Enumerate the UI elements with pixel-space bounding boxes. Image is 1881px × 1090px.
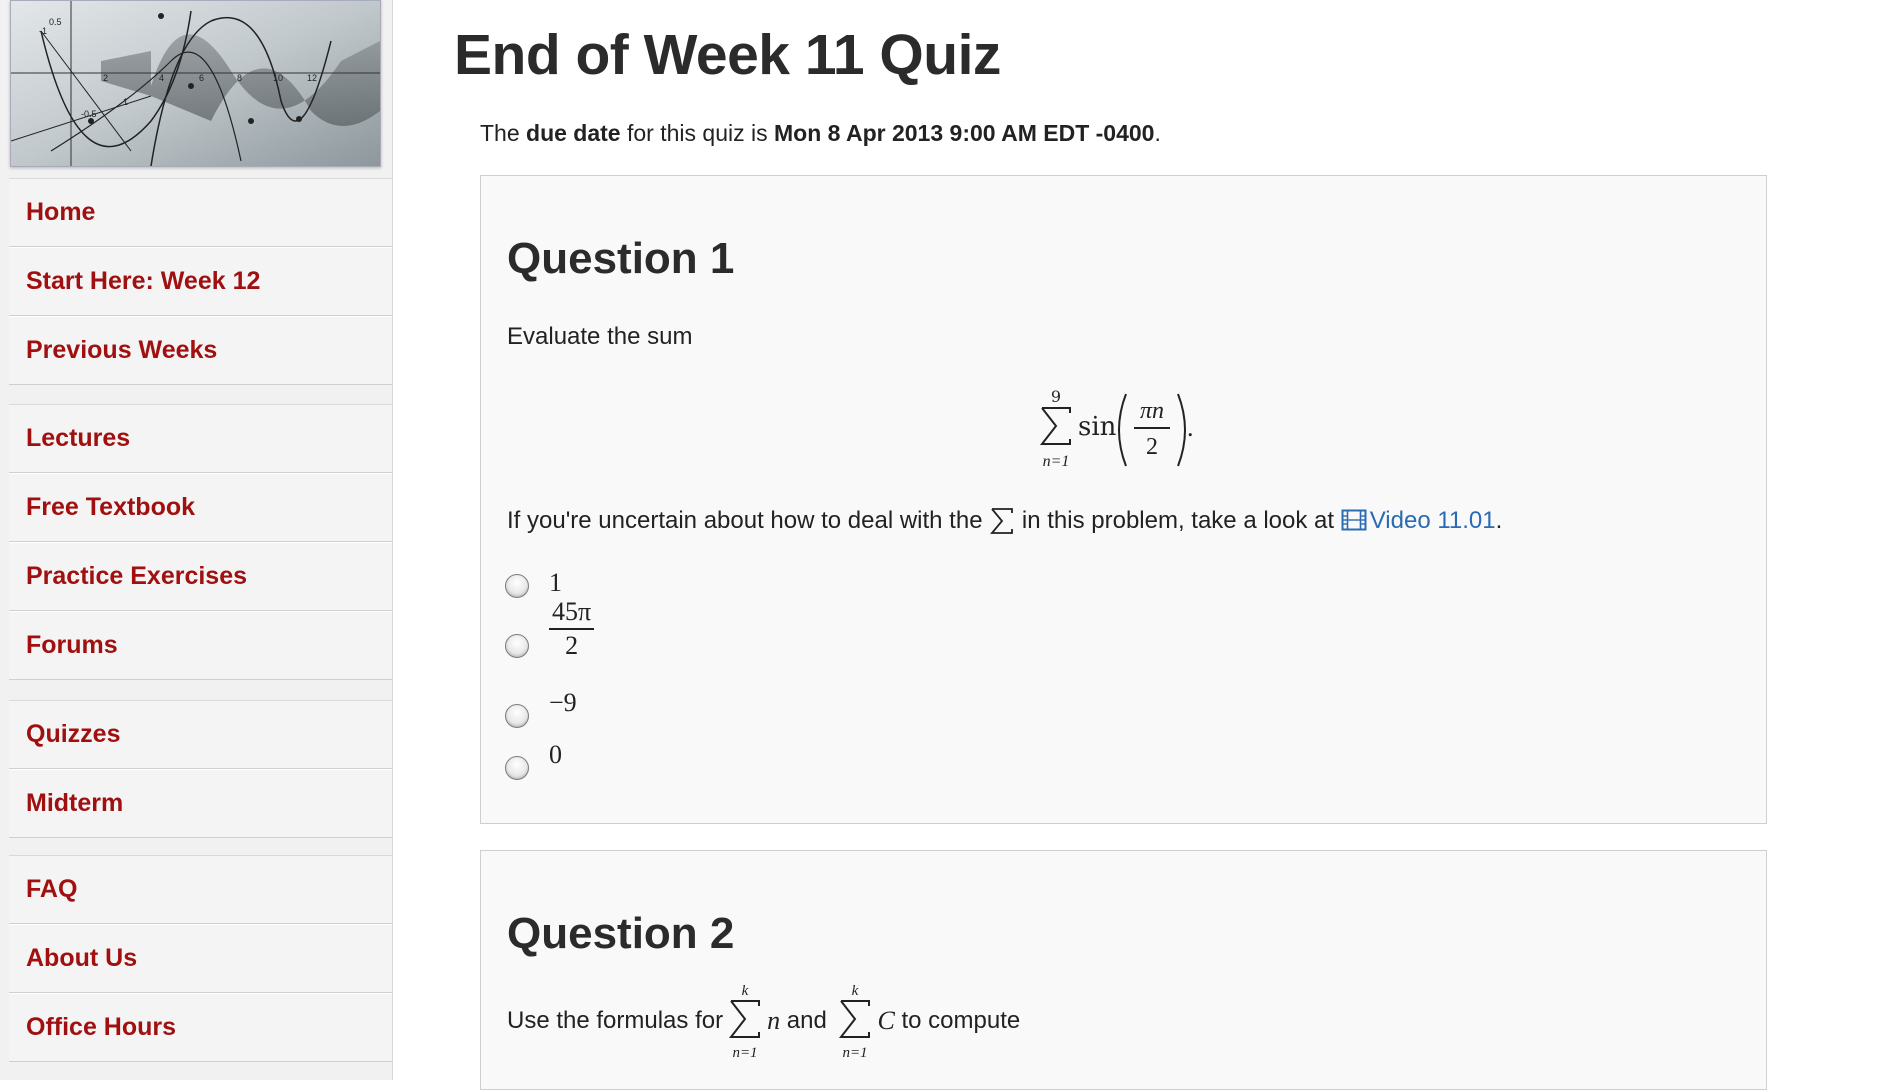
due-date-value: Mon 8 Apr 2013 9:00 AM EDT -0400 (774, 120, 1155, 146)
page-title: End of Week 11 Quiz (454, 23, 1001, 87)
nav-item-label[interactable]: Previous Weeks (26, 336, 217, 365)
nav-item-label[interactable]: Home (26, 198, 95, 227)
nav-group-resources: Lectures Free Textbook Practice Exercise… (9, 404, 392, 680)
choice-3[interactable]: −9 (505, 688, 577, 736)
choice-4-radio[interactable] (505, 756, 529, 780)
question-1-box: Question 1 Evaluate the sum 9 n=1 sin πn… (480, 175, 1767, 824)
banner-tick-label: 0.5 (49, 17, 62, 27)
nav-item-label[interactable]: Quizzes (26, 720, 120, 749)
due-prefix: The (480, 120, 527, 146)
choice-1-label: 1 (549, 568, 562, 597)
course-banner-image: 0.5 -1 -0.5 1 2 4 6 8 10 12 (10, 0, 381, 167)
question-2-heading: Question 2 (507, 909, 735, 958)
q2-and: and (780, 1007, 834, 1034)
nav-item-forums[interactable]: Forums (9, 611, 392, 680)
choice-2-numerator: 45π (549, 596, 595, 630)
nav-item-previous-weeks[interactable]: Previous Weeks (9, 316, 392, 385)
nav-item-label[interactable]: Midterm (26, 789, 123, 818)
question-1-formula: 9 n=1 sin πn 2 . (1036, 386, 1236, 470)
left-paren (1118, 393, 1127, 467)
sigma-icon (990, 508, 1014, 534)
choice-3-label: −9 (549, 688, 577, 717)
q2-sum2-upper: k (852, 983, 859, 999)
q2-sum1-lower: n=1 (733, 1045, 758, 1061)
sum-lower-limit: n=1 (1043, 453, 1070, 470)
nav-group-main: Home Start Here: Week 12 Previous Weeks (9, 178, 392, 385)
banner-tick-label: 2 (103, 73, 108, 83)
due-suffix: . (1154, 120, 1161, 146)
q2-sum2-lower: n=1 (843, 1045, 868, 1061)
hint-middle: in this problem, take a look at (1015, 507, 1341, 534)
nav-item-label[interactable]: Lectures (26, 424, 130, 453)
choice-4-label: 0 (549, 740, 562, 769)
sigma-icon: k n=1 (839, 983, 871, 1061)
sin-function: sin (1078, 412, 1117, 442)
hint-before: If you're uncertain about how to deal wi… (507, 507, 990, 534)
choice-1-radio[interactable] (505, 574, 529, 598)
sum-upper-limit: 9 (1051, 387, 1061, 406)
formula-period: . (1187, 413, 1194, 442)
fraction-denominator: 2 (1146, 434, 1158, 460)
sidebar: 0.5 -1 -0.5 1 2 4 6 8 10 12 Home Start H… (0, 0, 393, 1080)
choice-2-label: 45π 2 (549, 596, 595, 662)
question-1-hint: If you're uncertain about how to deal wi… (507, 506, 1502, 536)
nav-item-free-textbook[interactable]: Free Textbook (9, 473, 392, 542)
nav-item-label[interactable]: Free Textbook (26, 493, 195, 522)
nav-group-assessments: Quizzes Midterm (9, 700, 392, 838)
banner-tick-label: -0.5 (81, 109, 97, 119)
nav-item-label[interactable]: About Us (26, 944, 137, 973)
nav-item-label[interactable]: FAQ (26, 875, 77, 904)
nav-item-practice-exercises[interactable]: Practice Exercises (9, 542, 392, 611)
q2-prompt-before: Use the formulas for (507, 1007, 724, 1034)
banner-tick-label: -1 (39, 26, 47, 36)
nav-item-label[interactable]: Forums (26, 631, 118, 660)
choice-2[interactable]: 45π 2 (505, 597, 595, 666)
nav-item-office-hours[interactable]: Office Hours (9, 993, 392, 1062)
sigma-icon: k n=1 (729, 983, 761, 1061)
q2-sum1-term: n (767, 1006, 781, 1035)
nav-item-start-here[interactable]: Start Here: Week 12 (9, 247, 392, 316)
question-1-heading: Question 1 (507, 234, 735, 283)
question-2-box: Question 2 Use the formulas for k n=1 n … (480, 850, 1767, 1090)
choice-2-fraction: 45π 2 (549, 596, 595, 662)
nav-item-label[interactable]: Office Hours (26, 1013, 176, 1042)
fraction-numerator: πn (1140, 398, 1164, 424)
nav-item-label[interactable]: Start Here: Week 12 (26, 267, 260, 296)
nav-item-about-us[interactable]: About Us (9, 924, 392, 993)
banner-tick-label: 12 (307, 73, 317, 83)
banner-tick-label: 1 (123, 97, 128, 107)
q2-prompt-after: to compute (894, 1007, 1021, 1034)
video-link[interactable]: Video 11.01 (1341, 507, 1496, 534)
choice-4[interactable]: 0 (505, 740, 562, 788)
question-2-prompt: Use the formulas for k n=1 n and k n=1 C… (507, 981, 1020, 1061)
sigma-symbol (1039, 407, 1071, 445)
nav-group-info: FAQ About Us Office Hours (9, 855, 392, 1062)
film-icon (1341, 509, 1367, 531)
banner-tick-label: 10 (273, 73, 283, 83)
choice-2-radio[interactable] (505, 634, 529, 658)
q2-sum1-upper: k (742, 983, 749, 999)
banner-tick-label: 8 (237, 73, 242, 83)
question-1-prompt: Evaluate the sum (507, 323, 693, 350)
nav-item-home[interactable]: Home (9, 178, 392, 247)
choice-2-denominator: 2 (565, 631, 579, 660)
q2-sum2-term: C (877, 1006, 895, 1035)
due-date-line: The due date for this quiz is Mon 8 Apr … (480, 120, 1161, 147)
nav-item-lectures[interactable]: Lectures (9, 404, 392, 473)
nav-item-quizzes[interactable]: Quizzes (9, 700, 392, 769)
right-paren (1177, 393, 1186, 467)
hint-after: . (1495, 507, 1503, 534)
nav-item-faq[interactable]: FAQ (9, 855, 392, 924)
choice-1[interactable]: 1 (505, 566, 562, 606)
choice-3-radio[interactable] (505, 704, 529, 728)
banner-tick-label: 6 (199, 73, 204, 83)
due-label: due date (526, 120, 621, 146)
nav-item-midterm[interactable]: Midterm (9, 769, 392, 838)
due-middle: for this quiz is (620, 120, 774, 146)
nav-item-label[interactable]: Practice Exercises (26, 562, 247, 591)
video-link-label[interactable]: Video 11.01 (1370, 507, 1496, 534)
banner-tick-label: 4 (159, 73, 164, 83)
